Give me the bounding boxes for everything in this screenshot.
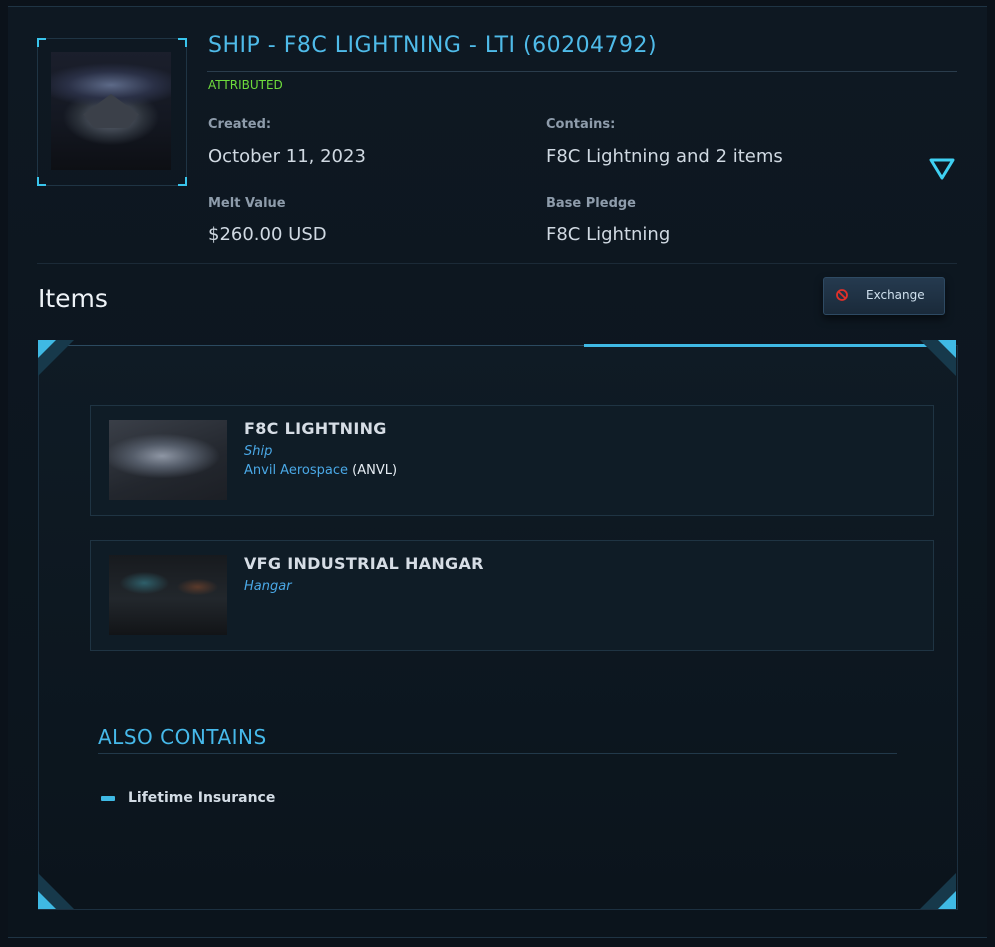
ban-icon — [836, 289, 848, 301]
also-contains-heading: ALSO CONTAINS — [98, 725, 267, 749]
item-name: VFG INDUSTRIAL HANGAR — [244, 554, 484, 573]
dash-icon — [101, 796, 115, 801]
manufacturer-code: (ANVL) — [352, 463, 398, 478]
exchange-label: Exchange — [866, 288, 925, 302]
corner-bracket — [37, 38, 46, 47]
section-divider — [37, 263, 957, 264]
ship-image — [51, 52, 171, 170]
created-value: October 11, 2023 — [208, 146, 366, 167]
item-image — [109, 555, 227, 635]
item-name: F8C LIGHTNING — [244, 419, 387, 438]
panel-corner-icon — [38, 340, 74, 376]
panel-corner-icon — [920, 873, 956, 909]
corner-bracket — [178, 177, 187, 186]
title-divider — [207, 71, 957, 72]
contains-value: F8C Lightning and 2 items — [546, 146, 783, 167]
melt-label: Melt Value — [208, 196, 286, 211]
melt-value: $260.00 USD — [208, 224, 327, 245]
base-pledge-label: Base Pledge — [546, 196, 636, 211]
pledge-thumbnail[interactable] — [37, 38, 187, 186]
exchange-button[interactable]: Exchange — [823, 277, 945, 315]
contains-label: Contains: — [546, 117, 616, 132]
item-card[interactable]: VFG INDUSTRIAL HANGAR Hangar — [90, 540, 934, 651]
panel-top-accent — [584, 344, 956, 347]
item-card[interactable]: F8C LIGHTNING Ship Anvil Aerospace (ANVL… — [90, 405, 934, 516]
panel-corner-icon — [38, 873, 74, 909]
also-contains-item: Lifetime Insurance — [128, 790, 276, 806]
panel-top-border — [38, 345, 584, 346]
also-contains-divider — [98, 753, 897, 754]
item-type: Ship — [244, 444, 273, 459]
pledge-title: SHIP - F8C LIGHTNING - LTI (60204792) — [208, 33, 658, 58]
triangle-down-icon[interactable] — [929, 157, 955, 181]
items-heading: Items — [38, 284, 108, 313]
created-label: Created: — [208, 117, 272, 132]
status-badge: ATTRIBUTED — [208, 78, 283, 92]
panel-corner-icon — [920, 340, 956, 376]
corner-bracket — [178, 38, 187, 47]
manufacturer-name: Anvil Aerospace — [244, 463, 348, 478]
base-pledge-value: F8C Lightning — [546, 224, 671, 245]
item-manufacturer: Anvil Aerospace (ANVL) — [244, 463, 397, 478]
item-type: Hangar — [244, 579, 292, 594]
item-image — [109, 420, 227, 500]
corner-bracket — [37, 177, 46, 186]
